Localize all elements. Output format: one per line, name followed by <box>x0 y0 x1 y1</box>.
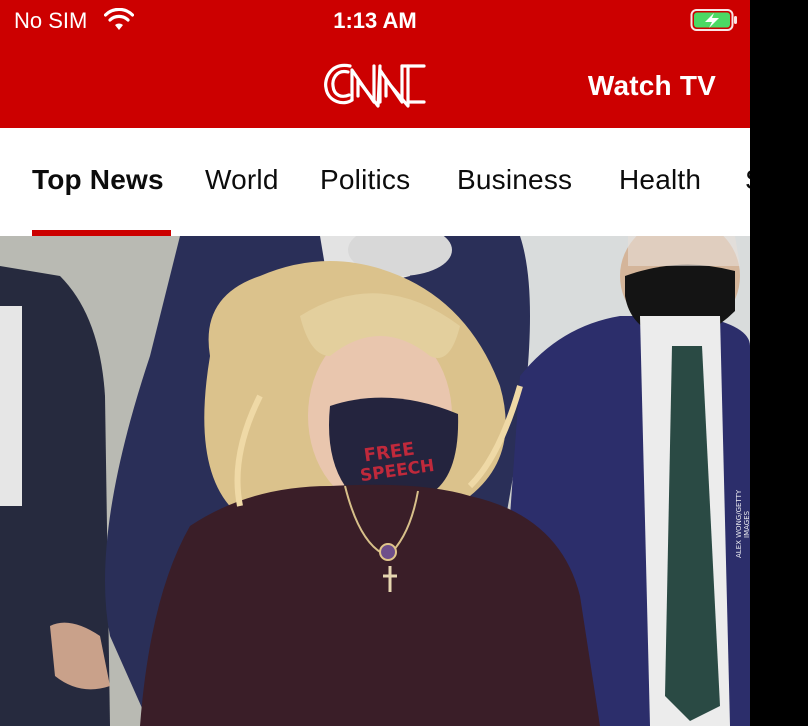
tab-partial[interactable]: S <box>745 164 750 196</box>
app-header: No SIM 1:13 AM Watch TV <box>0 0 750 128</box>
battery-charging-icon <box>690 9 737 31</box>
hero-photo: FREE SPEECH <box>0 236 750 726</box>
tab-top-news[interactable]: Top News <box>32 164 164 196</box>
tab-politics[interactable]: Politics <box>320 164 410 196</box>
status-bar: No SIM 1:13 AM <box>0 0 750 40</box>
tab-health[interactable]: Health <box>619 164 701 196</box>
cnn-logo[interactable] <box>322 58 428 110</box>
status-time: 1:13 AM <box>333 8 417 33</box>
app-screen: No SIM 1:13 AM Watch TV Top News World P… <box>0 0 750 726</box>
photo-credit: ALEX WONG/GETTY IMAGES <box>735 489 750 559</box>
tab-world[interactable]: World <box>205 164 279 196</box>
section-tabs: Top News World Politics Business Health … <box>0 128 750 236</box>
tab-business[interactable]: Business <box>457 164 572 196</box>
hero-image[interactable]: FREE SPEECH ALEX WONG/GETTY IMAGES <box>0 236 750 726</box>
watch-tv-button[interactable]: Watch TV <box>588 70 716 102</box>
